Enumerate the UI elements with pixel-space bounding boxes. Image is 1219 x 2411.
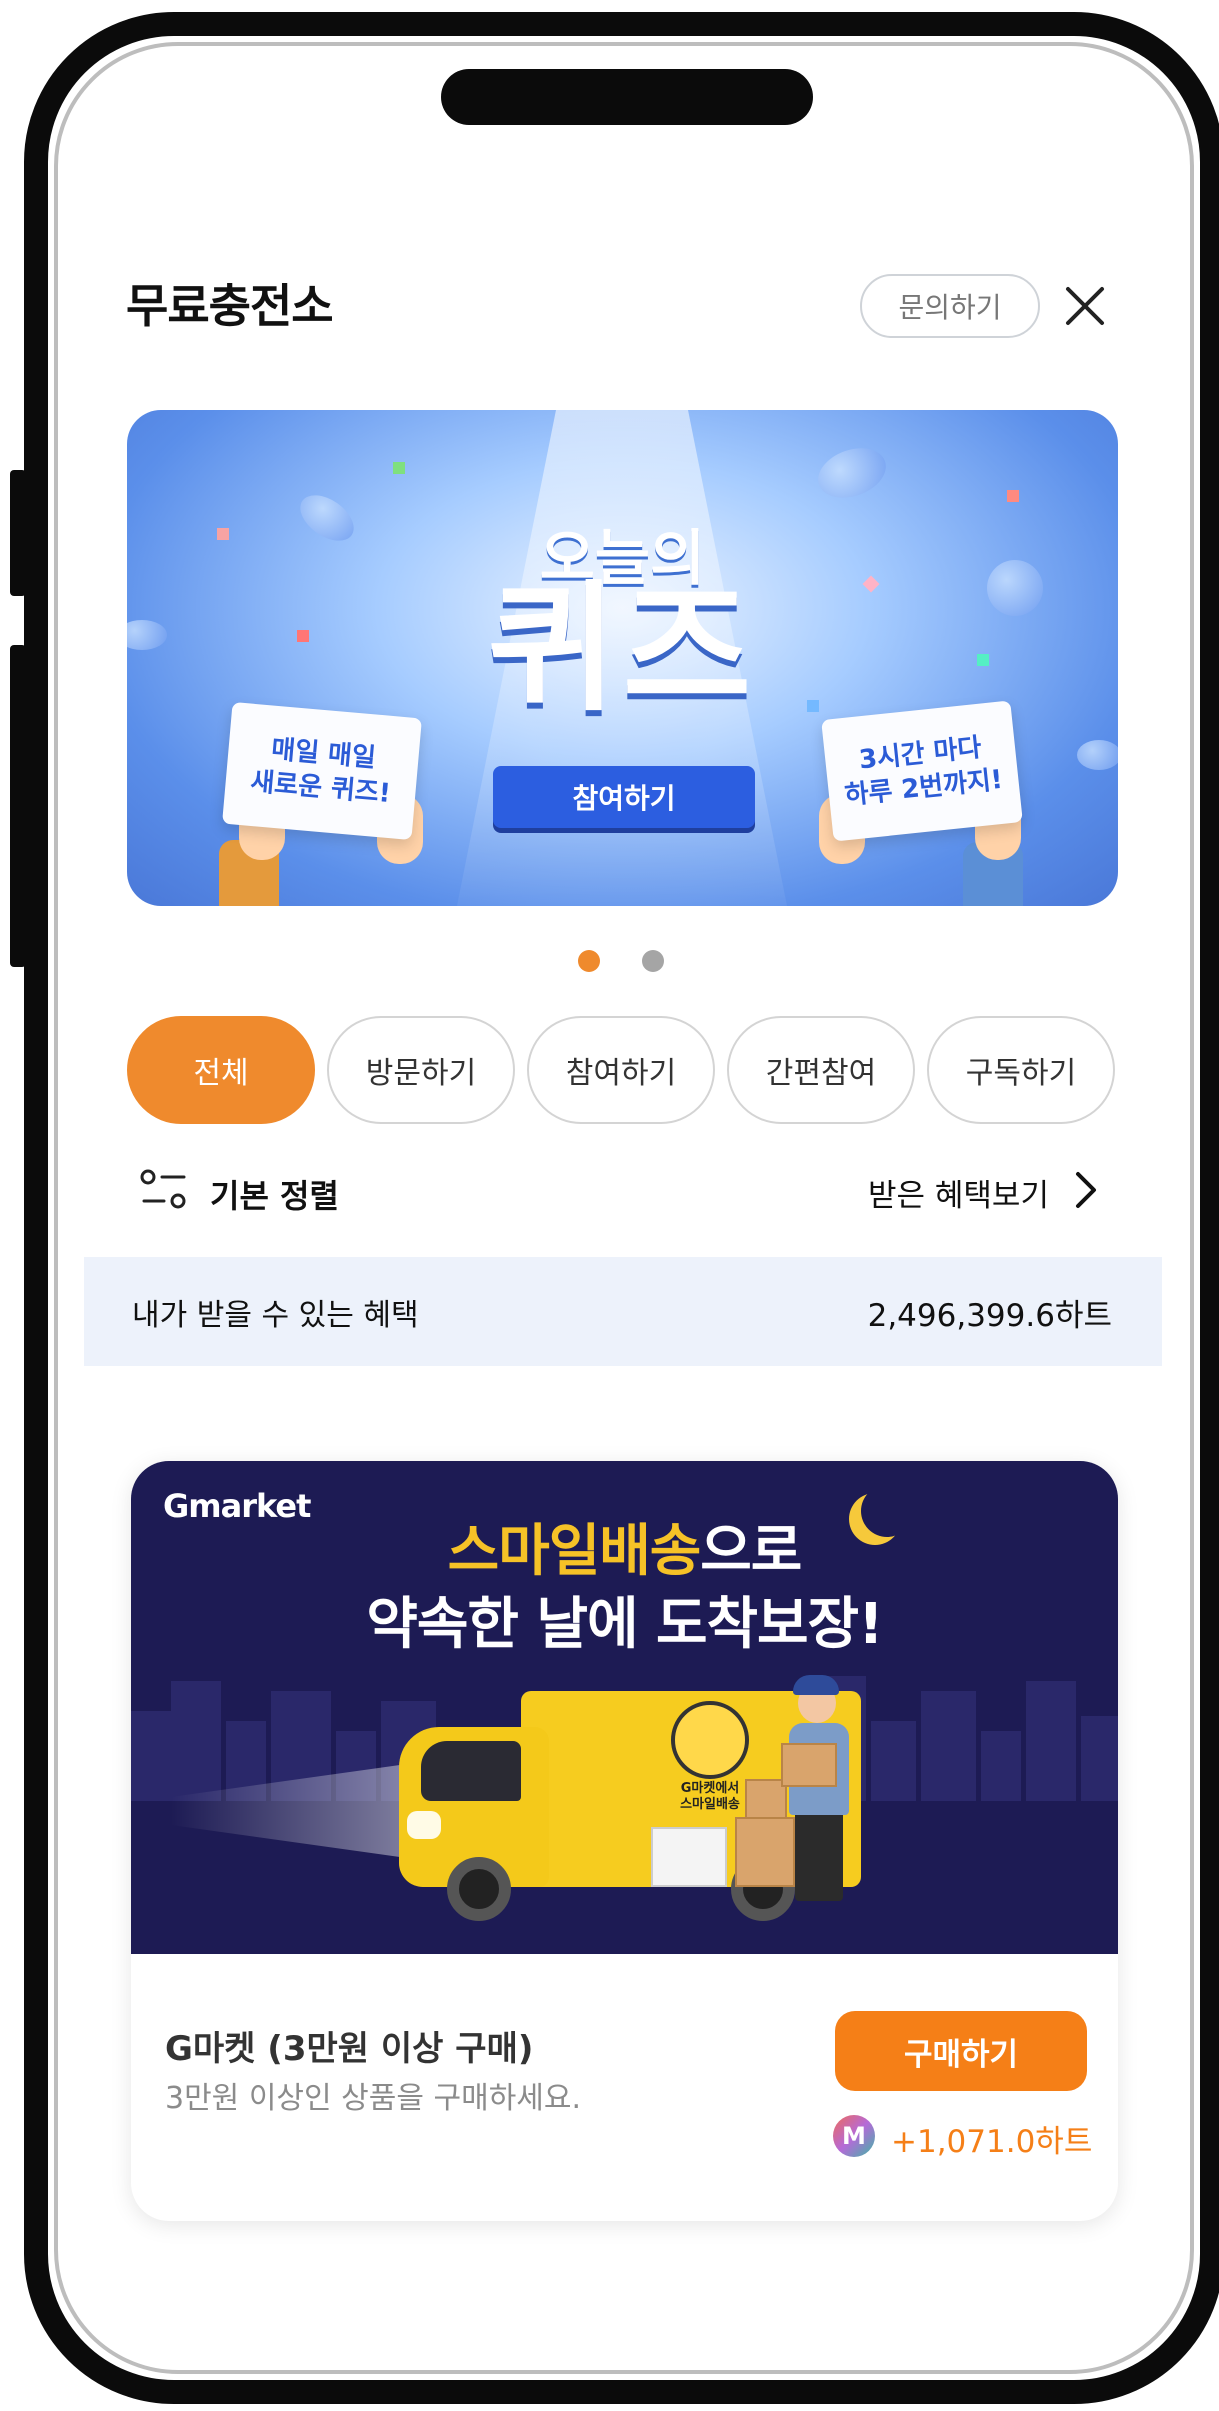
- headline-rest: 으로: [700, 1519, 802, 1584]
- close-icon[interactable]: [1060, 281, 1110, 331]
- benefit-summary-bar: 내가 받을 수 있는 혜택 2,496,399.6하트: [84, 1257, 1162, 1366]
- summary-label: 내가 받을 수 있는 혜택: [132, 1298, 419, 1333]
- coin-decoration: [1077, 740, 1118, 770]
- phone-notch: [441, 69, 813, 125]
- sign-left-text: 매일 매일 새로운 퀴즈!: [249, 734, 392, 810]
- smile-logo: [671, 1701, 749, 1779]
- offer-description: 3만원 이상인 상품을 구매하세요.: [165, 2081, 582, 2116]
- carousel-indicator: [578, 950, 664, 972]
- carousel-dot[interactable]: [642, 950, 664, 972]
- coin-decoration: [811, 439, 893, 507]
- truck-text: G마켓에서 스마일배송: [680, 1781, 740, 1812]
- filter-chip-all[interactable]: 전체: [127, 1016, 315, 1124]
- received-benefits-link[interactable]: 받은 혜택보기: [868, 1170, 1049, 1215]
- filter-chip-subscribe[interactable]: 구독하기: [927, 1016, 1115, 1124]
- offer-headline-line2: 약속한 날에 도착보장!: [366, 1592, 883, 1657]
- reward-icon: M: [833, 2115, 875, 2157]
- quiz-join-button[interactable]: 참여하기: [493, 766, 755, 828]
- reward-amount: +1,071.0하트: [891, 2124, 1093, 2160]
- buy-button[interactable]: 구매하기: [835, 2011, 1087, 2091]
- confetti: [1007, 490, 1019, 502]
- inquiry-button[interactable]: 문의하기: [860, 274, 1040, 338]
- banner-sign-right: 3시간 마다 하루 2번까지!: [821, 700, 1023, 842]
- chevron-right-icon[interactable]: [1070, 1168, 1102, 1212]
- courier-cap: [793, 1675, 839, 1695]
- offer-image: Gmarket 스마일배송으로 약속한 날에 도착보장! G마켓에서 스마일배송: [131, 1461, 1118, 1954]
- offer-title: G마켓 (3만원 이상 구매): [165, 2029, 534, 2069]
- sign-right-text: 3시간 마다 하루 2번까지!: [843, 732, 1005, 812]
- gift-box: [651, 1827, 727, 1887]
- filter-chip-visit[interactable]: 방문하기: [327, 1016, 515, 1124]
- sort-icon[interactable]: [138, 1168, 192, 1212]
- offer-headline-line1: 스마일배송으로: [131, 1506, 1118, 1587]
- sort-label[interactable]: 기본 정렬: [210, 1171, 339, 1217]
- quiz-banner[interactable]: 오늘의 퀴즈 매일 매일 새로운 퀴즈! 3시간 마다 하루 2번까지! 참여하…: [127, 410, 1118, 906]
- carousel-dot-active[interactable]: [578, 950, 600, 972]
- package-box: [781, 1743, 837, 1787]
- offer-card[interactable]: Gmarket 스마일배송으로 약속한 날에 도착보장! G마켓에서 스마일배송…: [131, 1461, 1118, 2221]
- banner-title: 퀴즈: [487, 568, 758, 731]
- package-box: [735, 1817, 795, 1887]
- summary-value: 2,496,399.6하트: [867, 1298, 1112, 1334]
- page-title: 무료충전소: [126, 279, 334, 333]
- filter-chips: 전체 방문하기 참여하기 간편참여 구독하기: [127, 1016, 1115, 1124]
- filter-chip-easy[interactable]: 간편참여: [727, 1016, 915, 1124]
- truck-headlight: [407, 1811, 441, 1839]
- filter-chip-participate[interactable]: 참여하기: [527, 1016, 715, 1124]
- banner-sign-left: 매일 매일 새로운 퀴즈!: [222, 701, 422, 841]
- headline-highlight: 스마일배송: [447, 1519, 702, 1584]
- truck-wheel: [447, 1857, 511, 1921]
- courier-legs: [795, 1811, 843, 1901]
- truck-window: [421, 1741, 521, 1801]
- confetti: [393, 462, 405, 474]
